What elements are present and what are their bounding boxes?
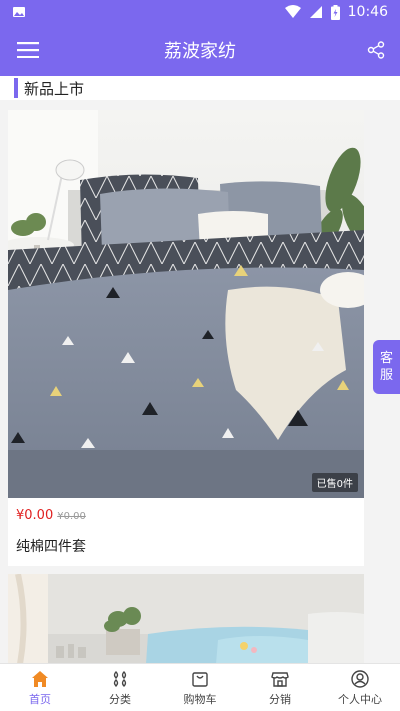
nav-item-profile[interactable]: 个人中心 bbox=[320, 664, 400, 711]
customer-service-label-1: 客 bbox=[379, 351, 393, 366]
image-notification-icon bbox=[13, 7, 25, 17]
product-image[interactable]: 已售0件 bbox=[8, 110, 364, 498]
app-bar: 荔波家纺 bbox=[0, 24, 400, 76]
bottom-nav: 首页 分类 购物车 分销 个人中心 bbox=[0, 663, 400, 711]
menu-button[interactable] bbox=[0, 24, 56, 76]
bedding-photo bbox=[8, 574, 364, 664]
product-image[interactable] bbox=[8, 574, 364, 664]
bedding-photo bbox=[8, 110, 364, 498]
home-icon bbox=[32, 670, 48, 687]
status-bar: 10:46 bbox=[0, 0, 400, 24]
nav-label: 个人中心 bbox=[338, 692, 382, 706]
price-row: ¥0.00 ¥0.00 bbox=[8, 498, 364, 528]
status-left bbox=[12, 5, 26, 19]
share-icon bbox=[367, 41, 385, 59]
sold-count-badge: 已售0件 bbox=[311, 473, 358, 492]
share-button[interactable] bbox=[352, 24, 400, 76]
product-card[interactable] bbox=[8, 574, 364, 664]
status-time: 10:46 bbox=[347, 4, 388, 20]
wifi-icon bbox=[284, 5, 301, 18]
signal-icon bbox=[309, 6, 322, 18]
section-header: 新品上市 bbox=[0, 76, 400, 100]
nav-item-cart[interactable]: 购物车 bbox=[160, 664, 240, 711]
nav-label: 首页 bbox=[29, 692, 51, 706]
nav-label: 购物车 bbox=[183, 692, 217, 706]
nav-item-distribution[interactable]: 分销 bbox=[240, 664, 320, 711]
nav-label: 分类 bbox=[109, 692, 131, 706]
nav-item-category[interactable]: 分类 bbox=[80, 664, 160, 711]
category-icon bbox=[113, 670, 127, 687]
hamburger-menu-icon bbox=[17, 42, 39, 58]
nav-label: 分销 bbox=[269, 692, 291, 706]
store-icon bbox=[271, 671, 289, 687]
customer-service-label-2: 服 bbox=[379, 368, 393, 383]
battery-icon bbox=[330, 4, 340, 20]
section-title: 新品上市 bbox=[24, 79, 85, 98]
product-price: ¥0.00 bbox=[16, 508, 54, 523]
user-icon bbox=[351, 669, 369, 688]
nav-item-home[interactable]: 首页 bbox=[0, 664, 80, 711]
original-price: ¥0.00 bbox=[57, 511, 86, 522]
page-title: 荔波家纺 bbox=[164, 41, 236, 62]
product-name: 纯棉四件套 bbox=[16, 539, 86, 555]
cart-icon bbox=[192, 671, 208, 687]
status-right: 10:46 bbox=[284, 4, 388, 20]
product-card[interactable]: 已售0件 ¥0.00 ¥0.00 纯棉四件套 bbox=[8, 110, 364, 566]
customer-service-button[interactable]: 客 服 bbox=[373, 340, 400, 394]
section-accent-bar bbox=[14, 78, 18, 98]
